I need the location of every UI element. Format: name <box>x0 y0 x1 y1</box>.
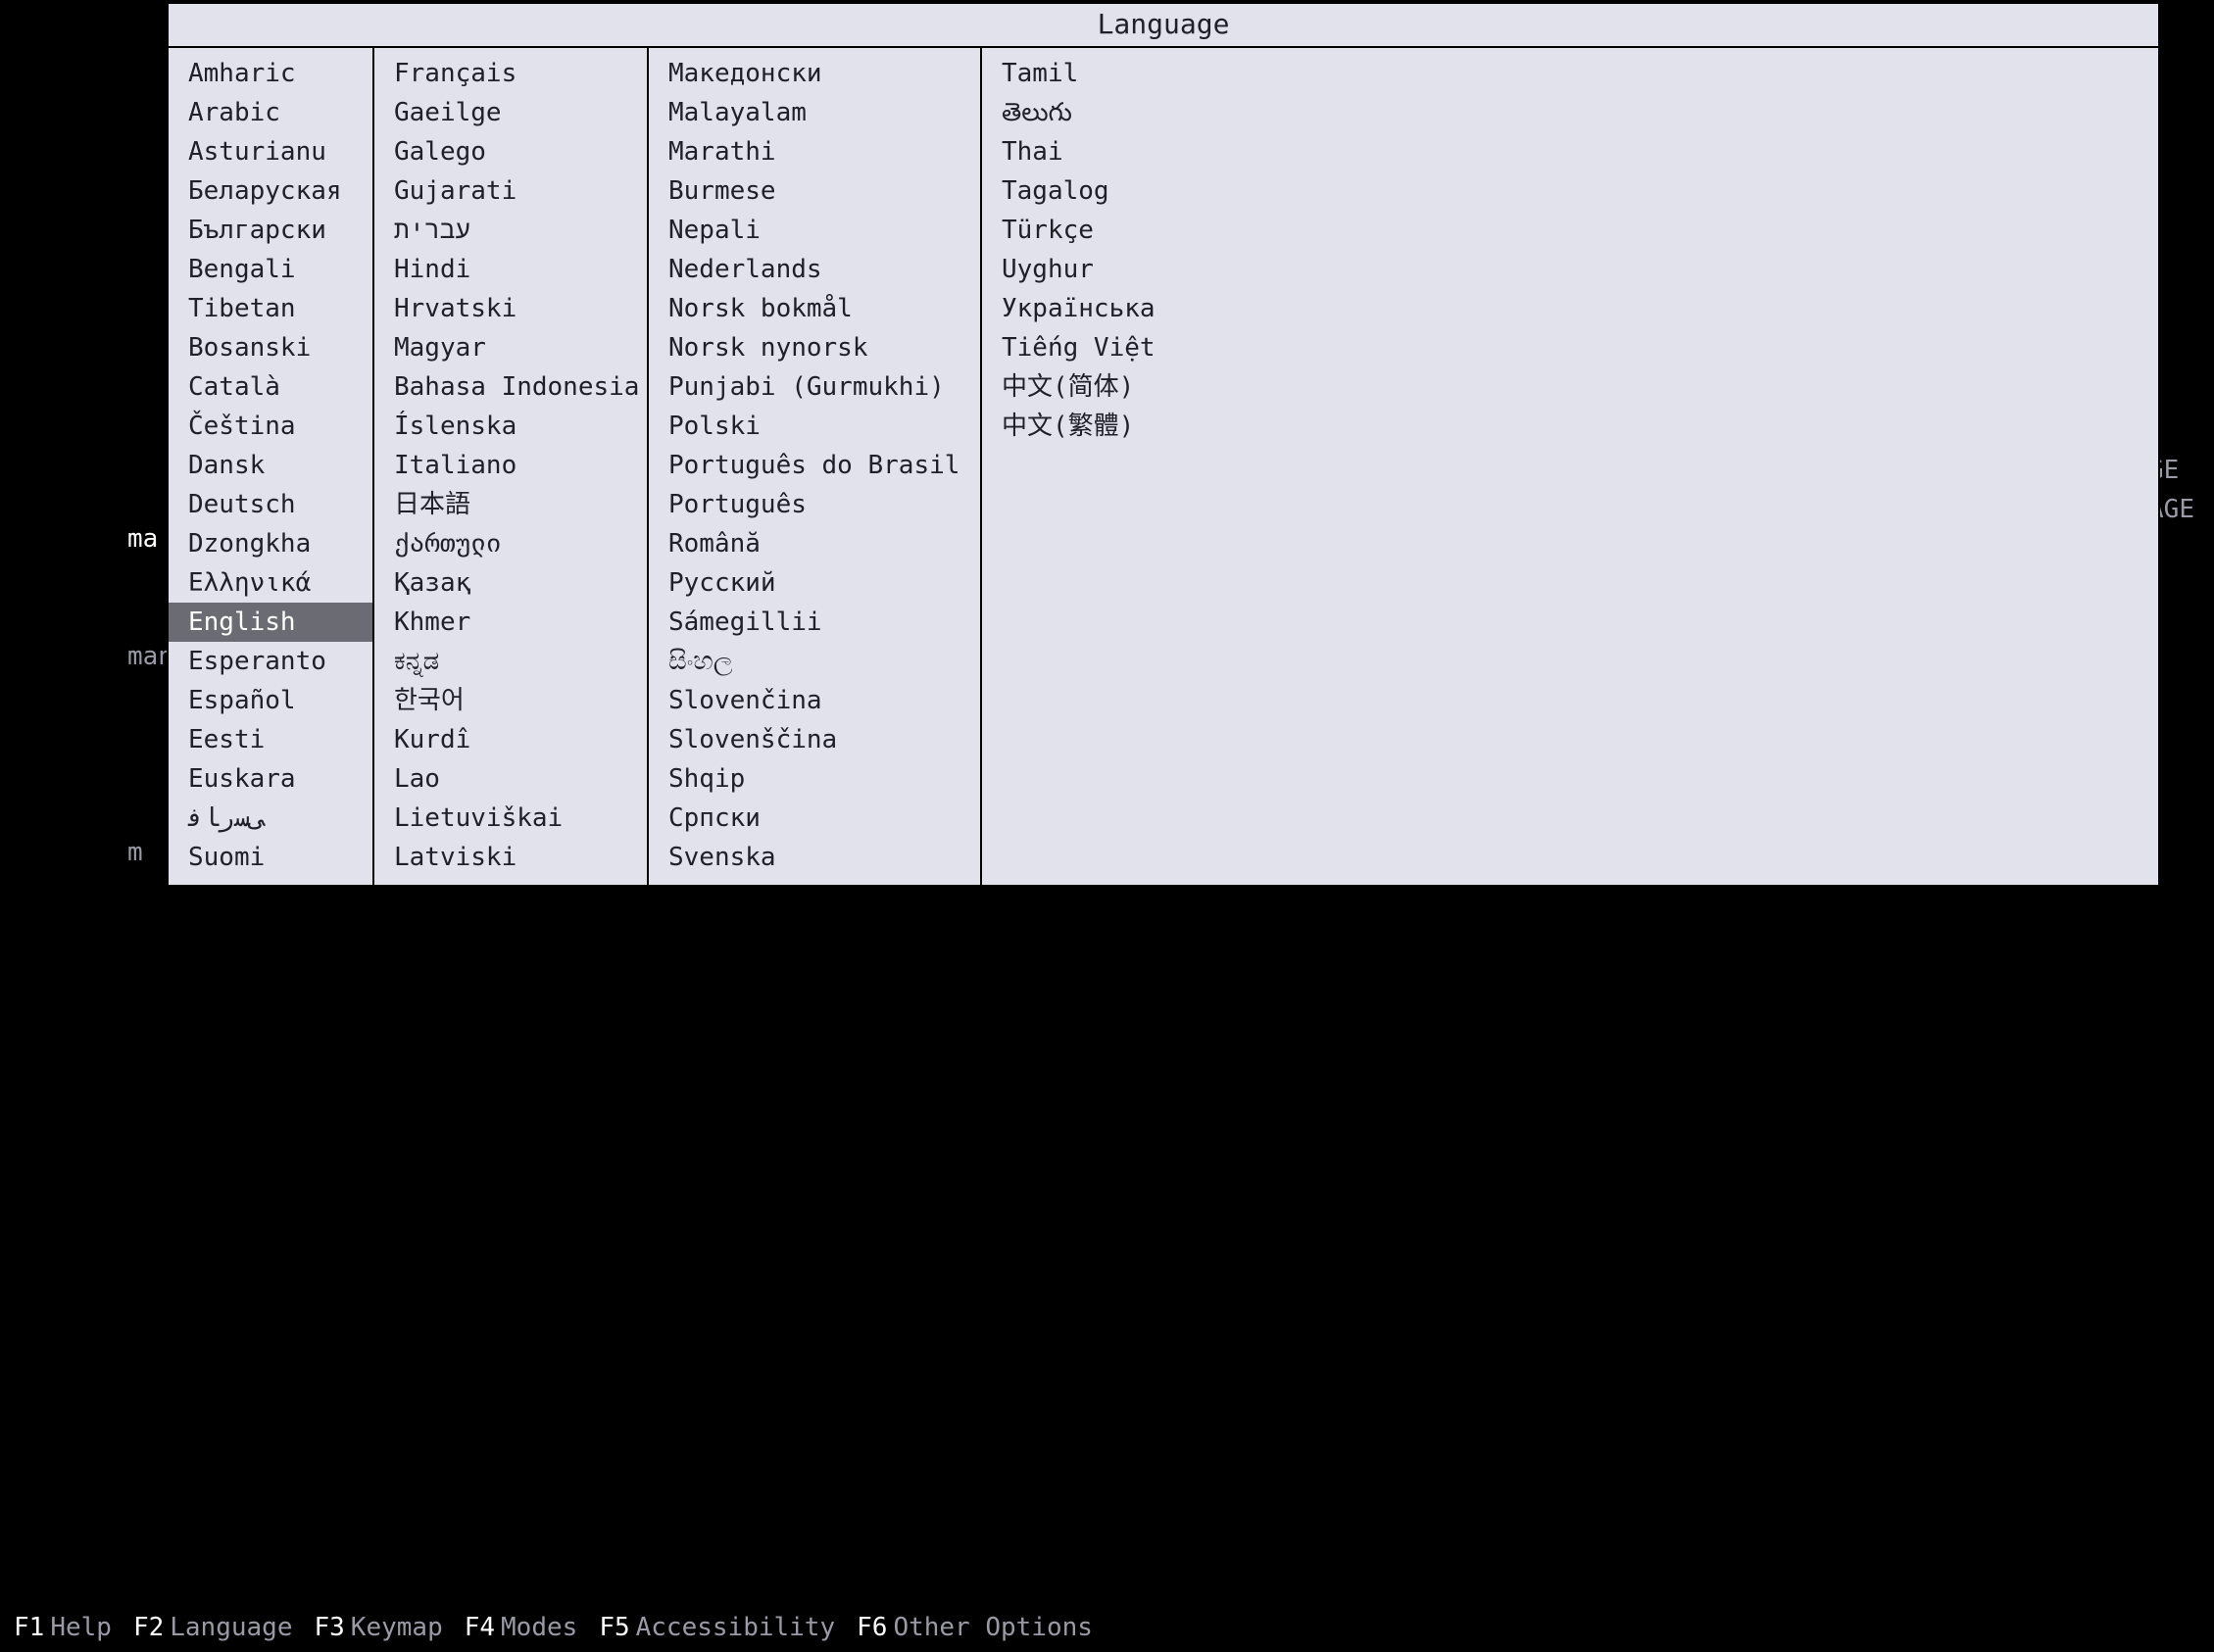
fkey-key[interactable]: F5 <box>599 1613 629 1642</box>
language-option[interactable]: Khmer <box>374 603 647 642</box>
fkey-key[interactable]: F6 <box>857 1613 887 1642</box>
fkey-label[interactable]: Help <box>50 1613 112 1642</box>
language-option[interactable]: Deutsch <box>169 485 372 524</box>
language-option[interactable]: Gujarati <box>374 171 647 211</box>
language-option[interactable]: Kurdî <box>374 720 647 759</box>
language-option[interactable]: Svenska <box>649 838 980 877</box>
language-option[interactable]: Nepali <box>649 211 980 250</box>
language-option[interactable]: Norsk bokmål <box>649 289 980 328</box>
language-option[interactable]: Tamil <box>982 54 2158 93</box>
language-option[interactable]: Punjabi (Gurmukhi) <box>649 367 980 407</box>
language-option[interactable]: Nederlands <box>649 250 980 289</box>
language-option[interactable]: Português <box>649 485 980 524</box>
language-option[interactable]: Asturianu <box>169 132 372 171</box>
language-column: TamilతెలుగుThaiTagalogTürkçeUyghurУкраїн… <box>982 48 2158 885</box>
language-option[interactable]: Burmese <box>649 171 980 211</box>
language-option[interactable]: Malayalam <box>649 93 980 132</box>
fkey-label[interactable]: Language <box>170 1613 292 1642</box>
language-option[interactable]: Shqip <box>649 759 980 799</box>
language-option[interactable]: Português do Brasil <box>649 446 980 485</box>
language-option[interactable]: Українська <box>982 289 2158 328</box>
language-option[interactable]: Русский <box>649 563 980 603</box>
language-option[interactable]: Marathi <box>649 132 980 171</box>
language-option[interactable]: 한국어 <box>374 681 647 720</box>
language-option[interactable]: Türkçe <box>982 211 2158 250</box>
fkey-key[interactable]: F4 <box>465 1613 495 1642</box>
dialog-title: Language <box>169 4 2158 48</box>
fkey-key[interactable]: F1 <box>14 1613 44 1642</box>
language-option[interactable]: Қазақ <box>374 563 647 603</box>
language-option[interactable]: Íslenska <box>374 407 647 446</box>
language-option[interactable]: Magyar <box>374 328 647 367</box>
fkey-key[interactable]: F3 <box>314 1613 344 1642</box>
language-option[interactable]: Thai <box>982 132 2158 171</box>
language-option[interactable]: Gaeilge <box>374 93 647 132</box>
language-option[interactable]: Bosanski <box>169 328 372 367</box>
language-option[interactable]: Galego <box>374 132 647 171</box>
fkey-label[interactable]: Other Options <box>893 1613 1093 1642</box>
language-option[interactable]: ქართული <box>374 524 647 563</box>
language-option[interactable]: 中文(简体) <box>982 367 2158 407</box>
language-option[interactable]: English <box>169 603 372 642</box>
language-option[interactable]: Euskara <box>169 759 372 799</box>
language-option[interactable]: Hindi <box>374 250 647 289</box>
language-dialog: Language AmharicArabicAsturianuБеларуска… <box>167 2 2160 887</box>
language-option[interactable]: Ελληνικά <box>169 563 372 603</box>
language-option[interactable]: Norsk nynorsk <box>649 328 980 367</box>
language-option[interactable]: Română <box>649 524 980 563</box>
language-option[interactable]: Bengali <box>169 250 372 289</box>
fkey-label[interactable]: Keymap <box>351 1613 443 1642</box>
fkey-label[interactable]: Modes <box>501 1613 577 1642</box>
language-option[interactable]: Slovenčina <box>649 681 980 720</box>
language-option[interactable]: 日本語 <box>374 485 647 524</box>
language-option[interactable]: Arabic <box>169 93 372 132</box>
fkey-help-bar: F1Help F2Language F3Keymap F4Modes F5Accessi… <box>0 1609 2214 1646</box>
language-option[interactable]: Tiếng Việt <box>982 328 2158 367</box>
language-column: МакедонскиMalayalamMarathiBurmeseNepaliN… <box>649 48 982 885</box>
language-option[interactable]: Dzongkha <box>169 524 372 563</box>
language-option[interactable]: Hrvatski <box>374 289 647 328</box>
language-option[interactable]: ಕನ್ನಡ <box>374 642 647 681</box>
language-option[interactable]: Latviski <box>374 838 647 877</box>
language-option[interactable]: Tibetan <box>169 289 372 328</box>
language-column: AmharicArabicAsturianuБеларускаяБългарск… <box>169 48 374 885</box>
language-option[interactable]: Српски <box>649 799 980 838</box>
language-option[interactable]: Polski <box>649 407 980 446</box>
language-option[interactable]: తెలుగు <box>982 93 2158 132</box>
language-option[interactable]: Suomi <box>169 838 372 877</box>
language-option[interactable]: Français <box>374 54 647 93</box>
language-option[interactable]: Amharic <box>169 54 372 93</box>
language-option[interactable]: Bahasa Indonesia <box>374 367 647 407</box>
language-option[interactable]: Uyghur <box>982 250 2158 289</box>
language-column: FrançaisGaeilgeGalegoGujaratiעבריתHindiH… <box>374 48 649 885</box>
language-option[interactable]: Español <box>169 681 372 720</box>
language-option[interactable]: Македонски <box>649 54 980 93</box>
language-option[interactable]: Български <box>169 211 372 250</box>
language-option[interactable]: Lao <box>374 759 647 799</box>
fkey-label[interactable]: Accessibility <box>636 1613 836 1642</box>
fkey-key[interactable]: F2 <box>133 1613 164 1642</box>
language-option[interactable]: Eesti <box>169 720 372 759</box>
language-option[interactable]: Tagalog <box>982 171 2158 211</box>
language-option[interactable]: Lietuviškai <box>374 799 647 838</box>
language-option[interactable]: Català <box>169 367 372 407</box>
language-option[interactable]: සිංහල <box>649 642 980 681</box>
language-option[interactable]: Slovenščina <box>649 720 980 759</box>
language-option[interactable]: עברית <box>374 211 647 250</box>
language-option[interactable]: Беларуская <box>169 171 372 211</box>
language-option[interactable]: ﻰﺳﺭﺎﻓ <box>169 799 372 838</box>
language-option[interactable]: Sámegillii <box>649 603 980 642</box>
language-option[interactable]: Dansk <box>169 446 372 485</box>
language-option[interactable]: 中文(繁體) <box>982 407 2158 446</box>
language-option[interactable]: Čeština <box>169 407 372 446</box>
language-columns: AmharicArabicAsturianuБеларускаяБългарск… <box>169 48 2158 885</box>
language-option[interactable]: Italiano <box>374 446 647 485</box>
language-option[interactable]: Esperanto <box>169 642 372 681</box>
